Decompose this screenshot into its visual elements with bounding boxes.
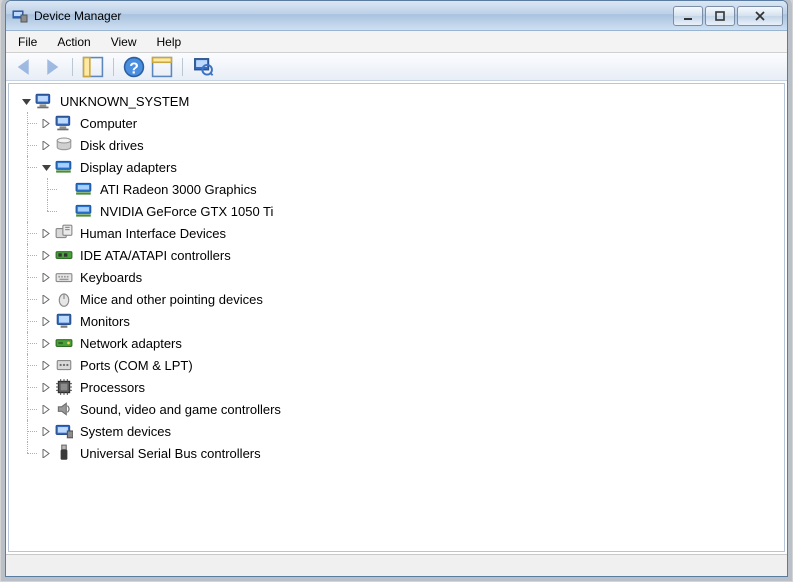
node-label: Universal Serial Bus controllers xyxy=(77,445,264,462)
device-manager-window: Device Manager File Action View Help UNK… xyxy=(5,0,788,577)
expand-icon[interactable] xyxy=(39,116,53,130)
toolbar xyxy=(6,53,787,81)
menu-file[interactable]: File xyxy=(8,31,47,52)
display-icon xyxy=(75,180,93,198)
collapse-icon[interactable] xyxy=(39,160,53,174)
node-label: Human Interface Devices xyxy=(77,225,229,242)
device-category[interactable]: Mice and other pointing devices xyxy=(39,288,780,310)
disk-icon xyxy=(55,136,73,154)
computer-icon xyxy=(55,114,73,132)
expand-icon[interactable] xyxy=(39,314,53,328)
device-category[interactable]: Display adapters xyxy=(39,156,780,178)
device-category[interactable]: Human Interface Devices xyxy=(39,222,780,244)
system-icon xyxy=(55,422,73,440)
toolbar-show-hide-tree-button[interactable] xyxy=(81,56,105,78)
device-category[interactable]: Network adapters xyxy=(39,332,780,354)
expand-icon[interactable] xyxy=(39,138,53,152)
sound-icon xyxy=(55,400,73,418)
menu-help[interactable]: Help xyxy=(147,31,192,52)
device-item[interactable]: ATI Radeon 3000 Graphics xyxy=(59,178,780,200)
device-category[interactable]: UNKNOWN_SYSTEM xyxy=(19,90,780,112)
expand-icon[interactable] xyxy=(39,270,53,284)
port-icon xyxy=(55,356,73,374)
toolbar-separator xyxy=(113,58,114,76)
device-category[interactable]: Sound, video and game controllers xyxy=(39,398,780,420)
toolbar-separator xyxy=(72,58,73,76)
node-label: Computer xyxy=(77,115,140,132)
toolbar-forward-button[interactable] xyxy=(40,56,64,78)
hid-icon xyxy=(55,224,73,242)
node-label: ATI Radeon 3000 Graphics xyxy=(97,181,260,198)
display-icon xyxy=(55,158,73,176)
expand-icon[interactable] xyxy=(39,380,53,394)
menubar: File Action View Help xyxy=(6,31,787,53)
close-button[interactable] xyxy=(737,6,783,26)
network-icon xyxy=(55,334,73,352)
node-label: Keyboards xyxy=(77,269,145,286)
expand-icon[interactable] xyxy=(39,292,53,306)
window-title: Device Manager xyxy=(34,9,121,23)
device-category[interactable]: Monitors xyxy=(39,310,780,332)
node-label: Monitors xyxy=(77,313,133,330)
device-category[interactable]: Universal Serial Bus controllers xyxy=(39,442,780,464)
expand-icon[interactable] xyxy=(39,402,53,416)
device-category[interactable]: Processors xyxy=(39,376,780,398)
menu-action[interactable]: Action xyxy=(47,31,100,52)
device-tree-pane[interactable]: UNKNOWN_SYSTEM Computer Disk drives Display… xyxy=(8,83,785,552)
device-category[interactable]: Ports (COM & LPT) xyxy=(39,354,780,376)
node-label: UNKNOWN_SYSTEM xyxy=(57,93,192,110)
device-category[interactable]: Keyboards xyxy=(39,266,780,288)
device-tree: UNKNOWN_SYSTEM Computer Disk drives Display… xyxy=(13,90,780,464)
expand-icon[interactable] xyxy=(39,336,53,350)
ide-icon xyxy=(55,246,73,264)
device-category[interactable]: System devices xyxy=(39,420,780,442)
node-label: IDE ATA/ATAPI controllers xyxy=(77,247,234,264)
monitor-icon xyxy=(55,312,73,330)
usb-icon xyxy=(55,444,73,462)
display-icon xyxy=(75,202,93,220)
device-item[interactable]: NVIDIA GeForce GTX 1050 Ti xyxy=(59,200,780,222)
computer-icon xyxy=(35,92,53,110)
device-category[interactable]: IDE ATA/ATAPI controllers xyxy=(39,244,780,266)
device-category[interactable]: Computer xyxy=(39,112,780,134)
node-label: System devices xyxy=(77,423,174,440)
expand-icon[interactable] xyxy=(39,358,53,372)
expand-icon[interactable] xyxy=(39,424,53,438)
node-label: Ports (COM & LPT) xyxy=(77,357,196,374)
toolbar-back-button[interactable] xyxy=(12,56,36,78)
cpu-icon xyxy=(55,378,73,396)
maximize-button[interactable] xyxy=(705,6,735,26)
mouse-icon xyxy=(55,290,73,308)
device-category[interactable]: Disk drives xyxy=(39,134,780,156)
expand-icon[interactable] xyxy=(39,248,53,262)
toolbar-help-button[interactable] xyxy=(122,56,146,78)
node-label: Disk drives xyxy=(77,137,147,154)
node-label: Mice and other pointing devices xyxy=(77,291,266,308)
node-label: Network adapters xyxy=(77,335,185,352)
toolbar-separator xyxy=(182,58,183,76)
toolbar-properties-button[interactable] xyxy=(150,56,174,78)
node-label: Processors xyxy=(77,379,148,396)
titlebar[interactable]: Device Manager xyxy=(6,1,787,31)
node-label: Display adapters xyxy=(77,159,180,176)
node-label: NVIDIA GeForce GTX 1050 Ti xyxy=(97,203,276,220)
collapse-icon[interactable] xyxy=(19,94,33,108)
app-icon xyxy=(12,8,28,24)
menu-view[interactable]: View xyxy=(101,31,147,52)
statusbar xyxy=(6,554,787,576)
expand-icon[interactable] xyxy=(39,226,53,240)
minimize-button[interactable] xyxy=(673,6,703,26)
expand-icon[interactable] xyxy=(39,446,53,460)
node-label: Sound, video and game controllers xyxy=(77,401,284,418)
toolbar-scan-hardware-button[interactable] xyxy=(191,56,215,78)
keyboard-icon xyxy=(55,268,73,286)
